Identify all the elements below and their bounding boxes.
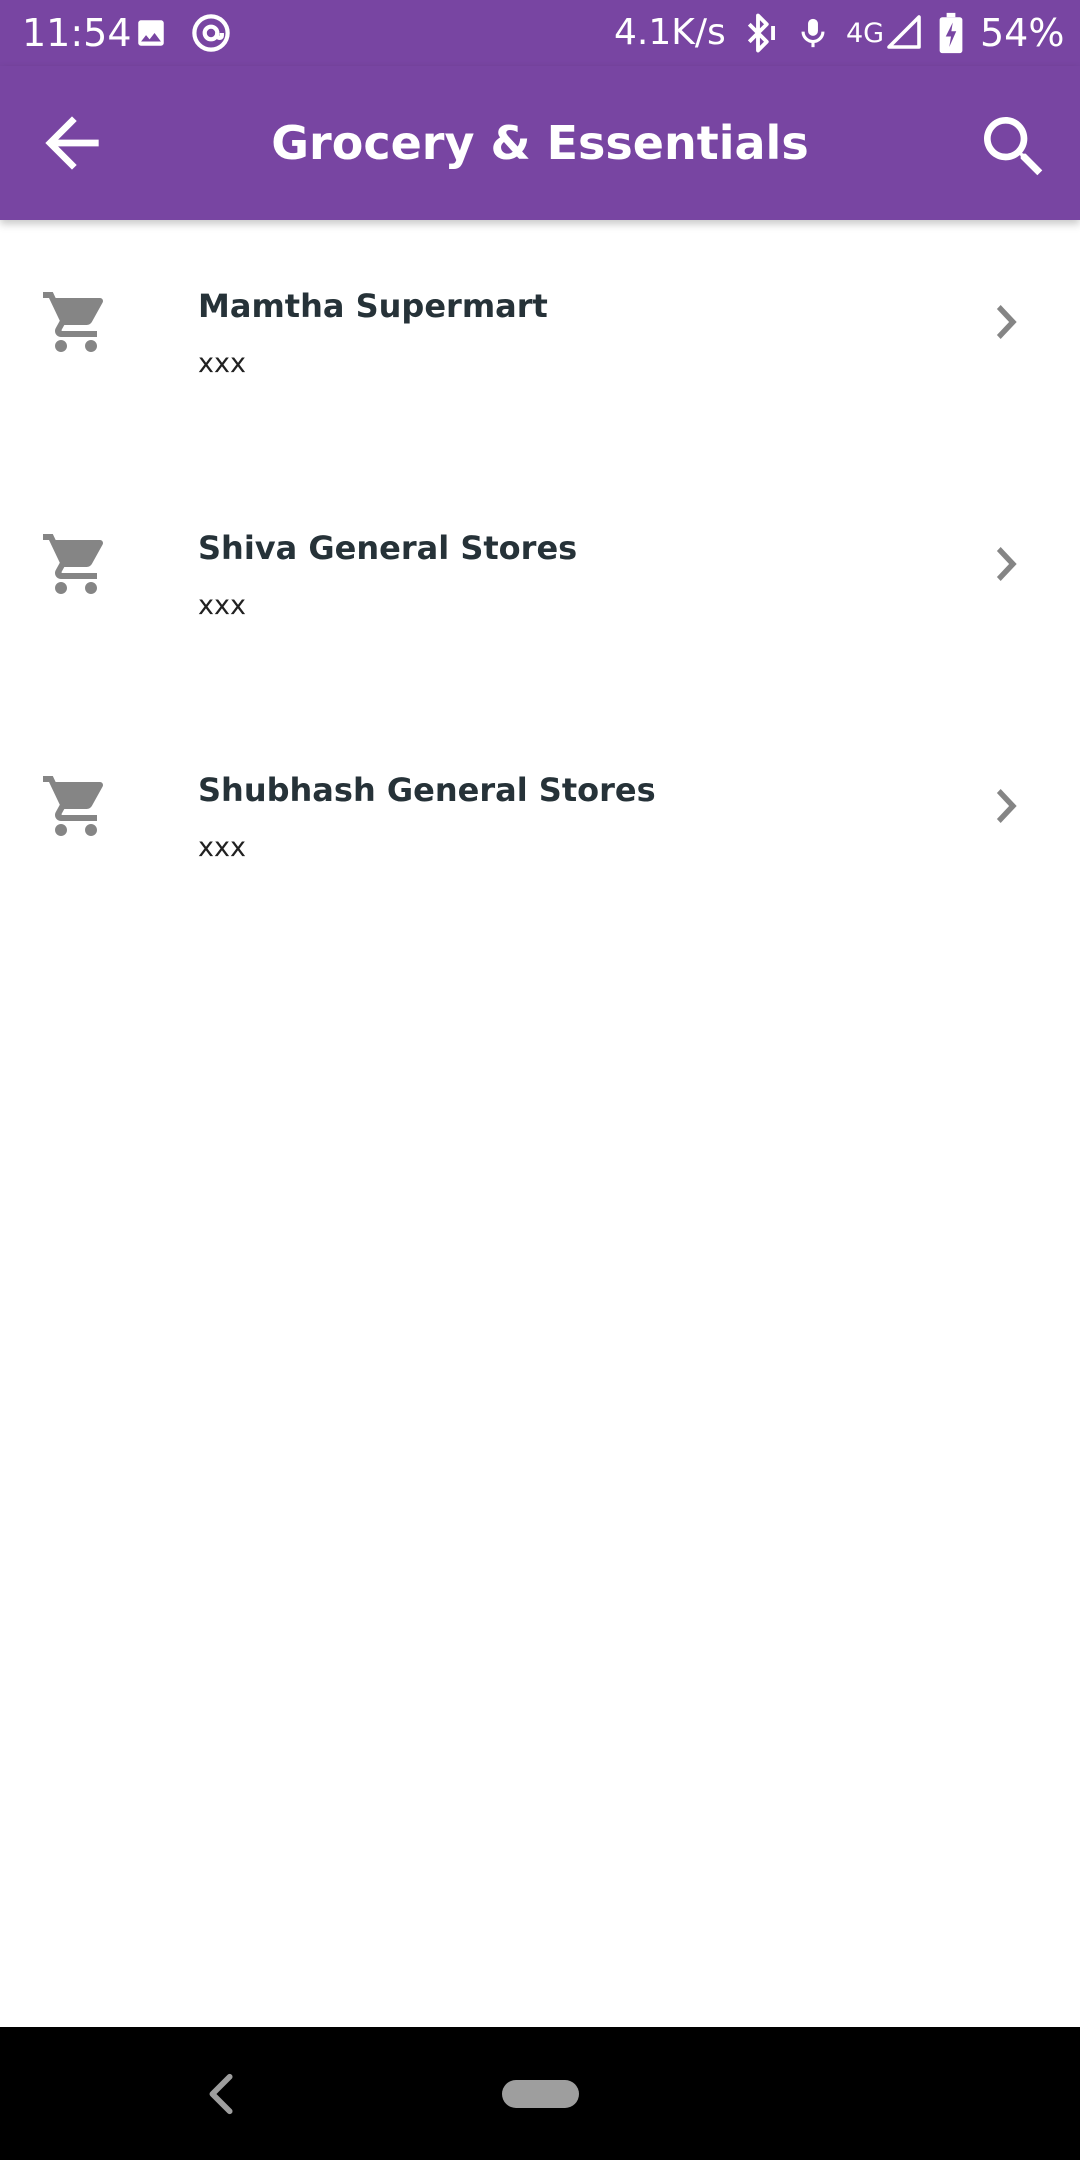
status-bar: 11:54 4.1K/s 4G 54% bbox=[0, 0, 1080, 66]
battery-percent: 54% bbox=[980, 11, 1065, 55]
store-name: Mamtha Supermart bbox=[198, 287, 548, 325]
store-name: Shiva General Stores bbox=[198, 529, 578, 567]
network-speed: 4.1K/s bbox=[614, 12, 726, 53]
arrow-back-icon[interactable] bbox=[32, 103, 112, 183]
chevron-right-icon bbox=[996, 305, 1017, 339]
navigation-bar bbox=[0, 2027, 1080, 2160]
signal-icon bbox=[887, 15, 921, 49]
microphone-icon bbox=[801, 18, 825, 48]
cart-icon bbox=[43, 534, 104, 594]
chevron-right-icon bbox=[996, 789, 1017, 823]
bluetooth-icon bbox=[747, 13, 775, 53]
store-subtitle: xxx bbox=[198, 348, 246, 379]
cart-icon bbox=[43, 776, 104, 836]
store-subtitle: xxx bbox=[198, 832, 246, 863]
nav-back-icon[interactable] bbox=[202, 2071, 242, 2117]
status-time: 11:54 bbox=[22, 11, 132, 55]
page-title: Grocery & Essentials bbox=[271, 116, 809, 170]
list-item-shubhash-general-stores[interactable]: Shubhash General Stores xxx bbox=[0, 704, 1080, 946]
image-icon bbox=[138, 20, 164, 46]
network-type: 4G bbox=[846, 18, 885, 49]
search-icon[interactable] bbox=[974, 107, 1054, 187]
app-bar: Grocery & Essentials bbox=[0, 66, 1080, 220]
store-name: Shubhash General Stores bbox=[198, 771, 656, 809]
chevron-right-icon bbox=[996, 547, 1017, 581]
store-subtitle: xxx bbox=[198, 590, 246, 621]
list-item-mamtha-supermart[interactable]: Mamtha Supermart xxx bbox=[0, 220, 1080, 462]
cart-icon bbox=[43, 292, 104, 352]
battery-charging-icon bbox=[939, 12, 963, 54]
at-sign-icon bbox=[192, 14, 230, 52]
store-list: Mamtha Supermart xxx Shiva General Store… bbox=[0, 220, 1080, 946]
list-item-shiva-general-stores[interactable]: Shiva General Stores xxx bbox=[0, 462, 1080, 704]
nav-home-pill[interactable] bbox=[502, 2080, 579, 2108]
